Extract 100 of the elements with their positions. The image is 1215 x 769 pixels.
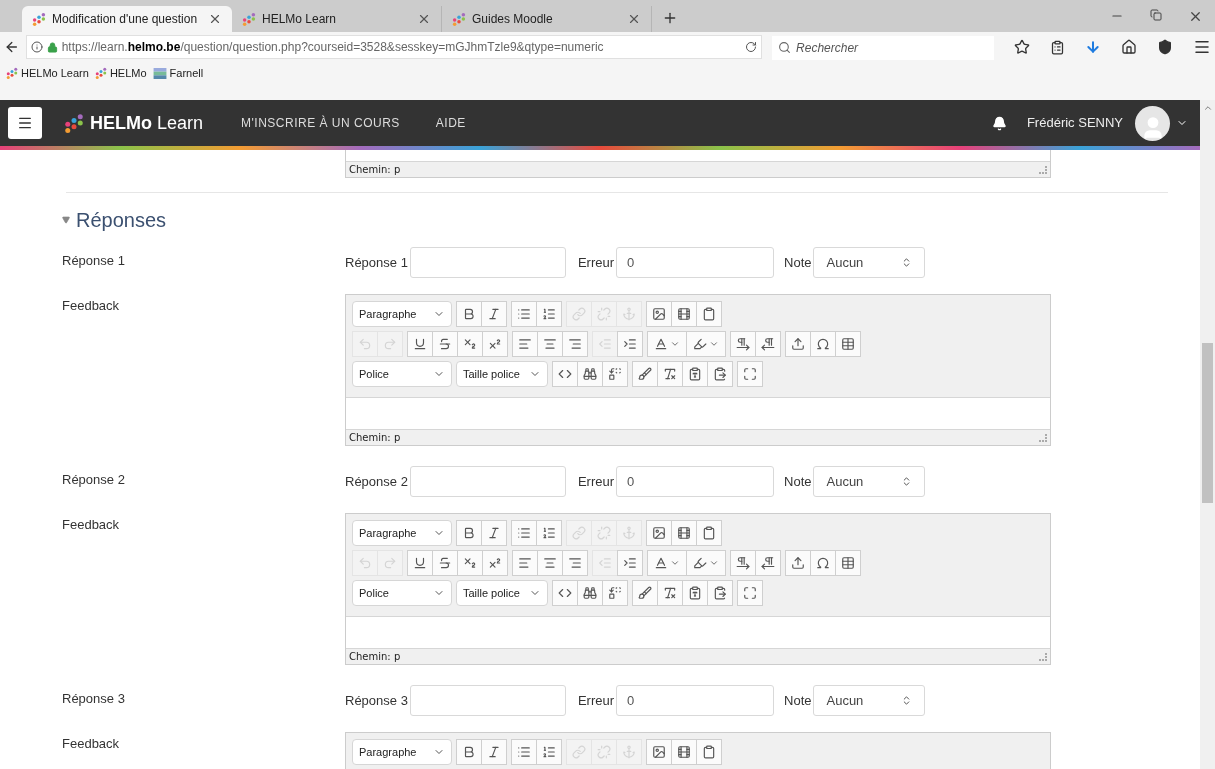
menu-button[interactable] — [8, 107, 42, 139]
italic-button[interactable] — [481, 301, 507, 327]
bookmark-link[interactable]: HELMo — [94, 65, 147, 82]
section-heading[interactable]: Réponses — [62, 205, 167, 235]
reload-icon[interactable] — [745, 41, 758, 53]
strikethrough-button[interactable] — [432, 331, 458, 357]
close-icon[interactable] — [627, 12, 641, 26]
code-button[interactable] — [552, 361, 578, 387]
superscript-button[interactable] — [482, 550, 508, 576]
bullet-list-button[interactable] — [511, 301, 537, 327]
indent-button[interactable] — [617, 331, 643, 357]
bold-button[interactable] — [456, 520, 482, 546]
brush-button[interactable] — [632, 361, 658, 387]
answer-input[interactable] — [409, 466, 566, 497]
format-dropdown[interactable]: Paragraphe — [352, 301, 452, 327]
new-tab-icon[interactable] — [662, 10, 678, 26]
image-button[interactable] — [646, 520, 672, 546]
answer-input[interactable] — [409, 247, 566, 278]
format-dropdown[interactable]: Paragraphe — [352, 520, 452, 546]
replace-button[interactable] — [602, 580, 628, 606]
align-left-button[interactable] — [512, 331, 538, 357]
bookmark-link[interactable]: Farnell — [152, 65, 204, 82]
strikethrough-button[interactable] — [432, 550, 458, 576]
bold-button[interactable] — [456, 301, 482, 327]
clipboard-button[interactable] — [696, 520, 722, 546]
scrollbar-thumb[interactable] — [1202, 343, 1213, 503]
paste-text-button[interactable] — [682, 361, 708, 387]
resize-grip-icon[interactable] — [1039, 433, 1047, 442]
paste-text-button[interactable] — [682, 580, 708, 606]
restore-icon[interactable] — [1150, 9, 1162, 21]
clipboard-button[interactable] — [696, 301, 722, 327]
numbered-list-button[interactable] — [536, 739, 562, 765]
film-button[interactable] — [671, 520, 697, 546]
close-icon[interactable] — [208, 12, 222, 26]
numbered-list-button[interactable] — [536, 520, 562, 546]
code-button[interactable] — [552, 580, 578, 606]
address-field[interactable]: https://learn.helmo.be/question/question.php?courseid=3528&sesskey=mGJhmTzle9&qtype=numeric — [25, 35, 763, 59]
align-right-button[interactable] — [562, 331, 588, 357]
film-button[interactable] — [671, 301, 697, 327]
image-button[interactable] — [646, 301, 672, 327]
subscript-button[interactable] — [457, 550, 483, 576]
home-icon[interactable] — [1121, 39, 1137, 55]
pilcrow-right-button[interactable] — [730, 331, 756, 357]
pilcrow-left-button[interactable] — [755, 331, 781, 357]
grade-select[interactable]: Aucun — [813, 685, 926, 716]
format-dropdown[interactable]: Police — [352, 580, 452, 606]
numbered-list-button[interactable] — [536, 301, 562, 327]
format-dropdown[interactable]: Paragraphe — [352, 739, 452, 765]
paste-button[interactable] — [707, 580, 733, 606]
pilcrow-left-button[interactable] — [755, 550, 781, 576]
bookmark-link[interactable]: HELMo Learn — [6, 65, 89, 82]
error-input[interactable]: 0 — [616, 247, 774, 278]
download-icon[interactable] — [1085, 39, 1101, 55]
omega-button[interactable] — [810, 550, 836, 576]
grade-select[interactable]: Aucun — [813, 247, 926, 278]
bullet-list-button[interactable] — [511, 520, 537, 546]
info-icon[interactable] — [30, 41, 43, 53]
browser-tab[interactable]: Modification d'une question — [22, 6, 232, 32]
reading-list-icon[interactable] — [1050, 39, 1065, 55]
avatar[interactable] — [1135, 105, 1170, 141]
align-center-button[interactable] — [537, 550, 563, 576]
fullscreen-button[interactable] — [737, 580, 763, 606]
bullet-list-button[interactable] — [511, 739, 537, 765]
back-icon[interactable] — [4, 39, 20, 55]
omega-button[interactable] — [810, 331, 836, 357]
bold-button[interactable] — [456, 739, 482, 765]
resize-grip-icon[interactable] — [1039, 165, 1047, 174]
brush-button[interactable] — [632, 580, 658, 606]
align-right-button[interactable] — [562, 550, 588, 576]
subscript-button[interactable] — [457, 331, 483, 357]
binoculars-button[interactable] — [577, 580, 603, 606]
menu-icon[interactable] — [1193, 38, 1211, 56]
remove-format-button[interactable] — [657, 361, 683, 387]
close-icon[interactable] — [1188, 9, 1203, 24]
error-input[interactable]: 0 — [616, 685, 774, 716]
answer-input[interactable] — [409, 685, 566, 716]
indent-button[interactable] — [617, 550, 643, 576]
underline-button[interactable] — [407, 550, 433, 576]
highlighter-button[interactable] — [686, 550, 726, 576]
fullscreen-button[interactable] — [737, 361, 763, 387]
format-dropdown[interactable]: Taille police — [456, 580, 548, 606]
format-dropdown[interactable]: Police — [352, 361, 452, 387]
brand-title[interactable]: HELMo Learn — [90, 109, 204, 137]
notification-bell-icon[interactable] — [991, 115, 1007, 131]
text-color-button[interactable] — [647, 550, 687, 576]
table-button[interactable] — [835, 550, 861, 576]
highlighter-button[interactable] — [686, 331, 726, 357]
underline-button[interactable] — [407, 331, 433, 357]
pilcrow-right-button[interactable] — [730, 550, 756, 576]
italic-button[interactable] — [481, 739, 507, 765]
replace-button[interactable] — [602, 361, 628, 387]
star-icon[interactable] — [1014, 39, 1030, 55]
superscript-button[interactable] — [482, 331, 508, 357]
film-button[interactable] — [671, 739, 697, 765]
user-name[interactable]: Frédéric SENNY — [1026, 113, 1123, 133]
nav-link[interactable]: AIDE — [435, 114, 466, 132]
scrollbar[interactable] — [1200, 100, 1215, 769]
binoculars-button[interactable] — [577, 361, 603, 387]
upload-button[interactable] — [785, 550, 811, 576]
remove-format-button[interactable] — [657, 580, 683, 606]
